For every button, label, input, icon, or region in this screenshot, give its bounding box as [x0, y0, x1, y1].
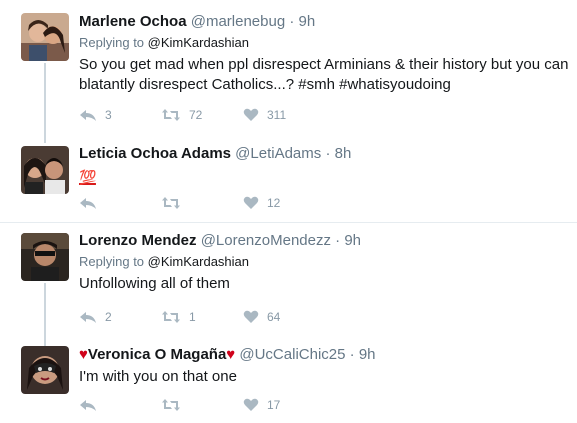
replying-to: Replying to @KimKardashian — [79, 254, 569, 270]
like-count: 17 — [267, 398, 281, 412]
like-count: 311 — [267, 108, 287, 122]
retweet-button[interactable] — [161, 397, 189, 413]
like-button[interactable]: 12 — [243, 195, 280, 211]
display-name[interactable]: Leticia Ochoa Adams — [79, 145, 231, 162]
retweet-icon — [162, 399, 180, 411]
heart-icon — [243, 196, 259, 209]
display-name[interactable]: Marlene Ochoa — [79, 13, 187, 30]
conversation-feed: Marlene Ochoa @marlenebug · 9h Replying … — [0, 0, 577, 423]
reply-count: 2 — [105, 310, 112, 324]
separator-dot: · — [289, 13, 295, 30]
reply-icon — [80, 400, 96, 411]
tweet-content: Lorenzo Mendez @LorenzoMendezz · 9h Repl… — [79, 231, 569, 294]
username[interactable]: @LetiAdams — [235, 145, 321, 162]
retweet-count: 72 — [189, 108, 203, 122]
reply-icon — [80, 198, 96, 209]
retweet-count: 1 — [189, 310, 196, 324]
tweet-text: I'm with you on that one — [79, 368, 237, 385]
tweet[interactable]: ♥Veronica O Magaña♥ @UcCaliChic25 · 9h I… — [0, 339, 577, 423]
tweet-content: Leticia Ochoa Adams @LetiAdams · 8h 💯 — [79, 144, 569, 188]
tweet[interactable]: Leticia Ochoa Adams @LetiAdams · 8h 💯 12 — [0, 136, 577, 220]
retweet-icon — [162, 311, 180, 323]
avatar[interactable] — [21, 346, 69, 394]
tweet-content: Marlene Ochoa @marlenebug · 9h Replying … — [79, 12, 569, 95]
reply-count: 3 — [105, 108, 112, 122]
tweet-header: Leticia Ochoa Adams @LetiAdams · 8h — [79, 144, 569, 163]
tweet-text: So you get mad when ppl disrespect Armin… — [79, 56, 569, 93]
tweet[interactable]: Lorenzo Mendez @LorenzoMendezz · 9h Repl… — [0, 223, 577, 351]
timestamp[interactable]: 9h — [299, 13, 316, 30]
retweet-button[interactable] — [161, 195, 189, 211]
avatar[interactable] — [21, 233, 69, 281]
red-heart-emoji: ♥ — [226, 346, 236, 363]
heart-icon — [243, 398, 259, 411]
reply-button[interactable]: 3 — [79, 107, 112, 123]
like-button[interactable]: 311 — [243, 107, 286, 123]
username[interactable]: @marlenebug — [191, 13, 285, 30]
reply-icon — [80, 312, 96, 323]
timestamp[interactable]: 9h — [344, 232, 361, 249]
separator-dot: · — [335, 232, 341, 249]
red-heart-emoji: ♥ — [79, 346, 88, 363]
display-name[interactable]: Veronica O Magaña — [88, 346, 226, 363]
reply-button[interactable]: 2 — [79, 309, 112, 325]
retweet-button[interactable]: 72 — [161, 107, 202, 123]
separator-dot: · — [325, 145, 331, 162]
tweet-text: Unfollowing all of them — [79, 275, 230, 292]
avatar[interactable] — [21, 13, 69, 61]
replying-to-mention[interactable]: @KimKardashian — [148, 35, 249, 50]
reply-button[interactable] — [79, 397, 105, 413]
heart-icon — [243, 310, 259, 323]
replying-to-prefix: Replying to — [79, 35, 148, 50]
retweet-icon — [162, 109, 180, 121]
display-name[interactable]: Lorenzo Mendez — [79, 232, 197, 249]
tweet[interactable]: Marlene Ochoa @marlenebug · 9h Replying … — [0, 0, 577, 143]
avatar[interactable] — [21, 146, 69, 194]
hundred-points-emoji: 💯 — [79, 169, 96, 185]
username[interactable]: @UcCaliChic25 — [239, 346, 345, 363]
separator-dot: · — [349, 346, 355, 363]
like-count: 12 — [267, 196, 281, 210]
replying-to-prefix: Replying to — [79, 254, 148, 269]
tweet-header: Lorenzo Mendez @LorenzoMendezz · 9h — [79, 231, 569, 250]
heart-icon — [243, 108, 259, 121]
like-count: 64 — [267, 310, 281, 324]
tweet-header: ♥Veronica O Magaña♥ @UcCaliChic25 · 9h — [79, 345, 569, 364]
thread-line — [44, 63, 46, 143]
username[interactable]: @LorenzoMendezz — [201, 232, 331, 249]
replying-to-mention[interactable]: @KimKardashian — [148, 254, 249, 269]
tweet-content: ♥Veronica O Magaña♥ @UcCaliChic25 · 9h I… — [79, 345, 569, 387]
reply-icon — [80, 110, 96, 121]
timestamp[interactable]: 8h — [335, 145, 352, 162]
retweet-button[interactable]: 1 — [161, 309, 196, 325]
timestamp[interactable]: 9h — [359, 346, 376, 363]
reply-button[interactable] — [79, 195, 105, 211]
like-button[interactable]: 64 — [243, 309, 280, 325]
like-button[interactable]: 17 — [243, 397, 280, 413]
tweet-text: 💯 — [79, 167, 569, 188]
retweet-icon — [162, 197, 180, 209]
tweet-header: Marlene Ochoa @marlenebug · 9h — [79, 12, 569, 31]
replying-to: Replying to @KimKardashian — [79, 35, 569, 51]
